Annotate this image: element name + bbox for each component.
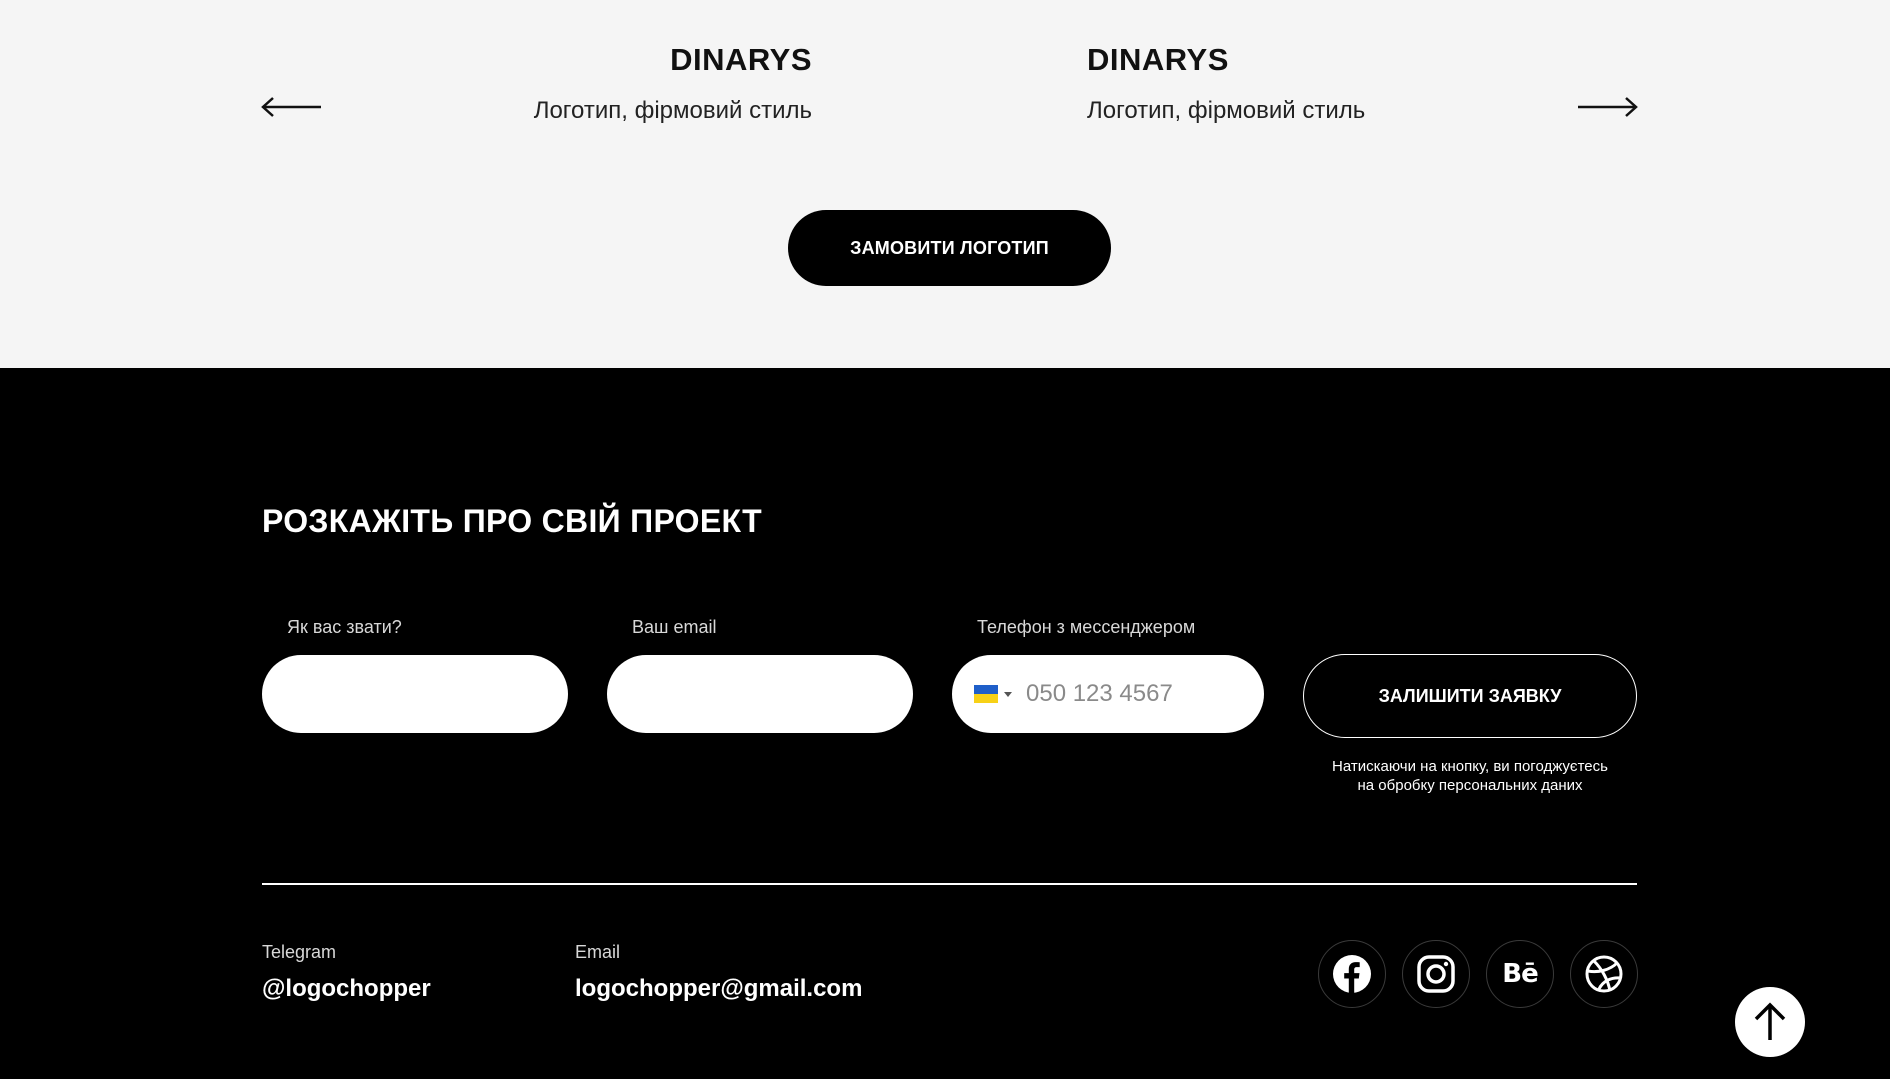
portfolio-card-subtitle: Логотип, фірмовий стиль <box>533 97 812 124</box>
facebook-link[interactable] <box>1318 940 1386 1008</box>
name-label: Як вас звати? <box>287 617 402 637</box>
chevron-down-icon[interactable] <box>1004 691 1012 697</box>
instagram-link[interactable] <box>1402 940 1470 1008</box>
telegram-label: Telegram <box>262 942 337 962</box>
behance-link[interactable]: Bē <box>1486 940 1554 1008</box>
arrow-up-icon <box>1754 1002 1786 1040</box>
prev-slide-button[interactable] <box>261 92 323 122</box>
consent-line: Натискаючи на кнопку, ви погоджуєтесь <box>1332 758 1608 775</box>
order-logo-button[interactable]: ЗАМОВИТИ ЛОГОТИП <box>788 210 1111 286</box>
dribbble-icon <box>1585 955 1623 993</box>
portfolio-card[interactable]: DINARYS Логотип, фірмовий стиль <box>534 40 812 126</box>
arrow-left-icon <box>261 97 321 117</box>
instagram-icon <box>1417 955 1455 993</box>
consent-line: на обробку персональних даних <box>1357 777 1583 794</box>
arrow-right-icon <box>1578 97 1638 117</box>
portfolio-card-title: DINARYS <box>670 42 812 77</box>
submit-request-button[interactable]: ЗАЛИШИТИ ЗАЯВКУ <box>1303 654 1637 738</box>
portfolio-card-title: DINARYS <box>1087 42 1229 77</box>
footer-divider <box>262 883 1637 885</box>
email-input[interactable] <box>607 655 913 733</box>
dribbble-link[interactable] <box>1570 940 1638 1008</box>
phone-label: Телефон з мессенджером <box>977 617 1196 637</box>
next-slide-button[interactable] <box>1576 92 1638 122</box>
portfolio-slider: DINARYS Логотип, фірмовий стиль DINARYS … <box>0 0 1890 368</box>
email-contact-label: Email <box>575 942 621 962</box>
phone-field <box>952 655 1264 733</box>
telegram-link[interactable]: @logochopper <box>262 975 431 1003</box>
form-heading: РОЗКАЖІТЬ ПРО СВІЙ ПРОЕКТ <box>262 503 762 539</box>
portfolio-card-subtitle: Логотип, фірмовий стиль <box>1087 97 1366 124</box>
phone-input[interactable] <box>1026 680 1226 708</box>
consent-note: Натискаючи на кнопку, ви погоджуєтесь на… <box>1303 757 1637 795</box>
ukraine-flag-icon[interactable] <box>974 685 998 703</box>
facebook-icon <box>1333 955 1371 993</box>
email-label: Ваш email <box>632 617 717 637</box>
scroll-to-top-button[interactable] <box>1735 987 1805 1057</box>
behance-icon: Bē <box>1502 959 1538 989</box>
email-link[interactable]: logochopper@gmail.com <box>575 975 862 1003</box>
name-input[interactable] <box>262 655 568 733</box>
portfolio-card[interactable]: DINARYS Логотип, фірмовий стиль <box>1087 40 1365 126</box>
